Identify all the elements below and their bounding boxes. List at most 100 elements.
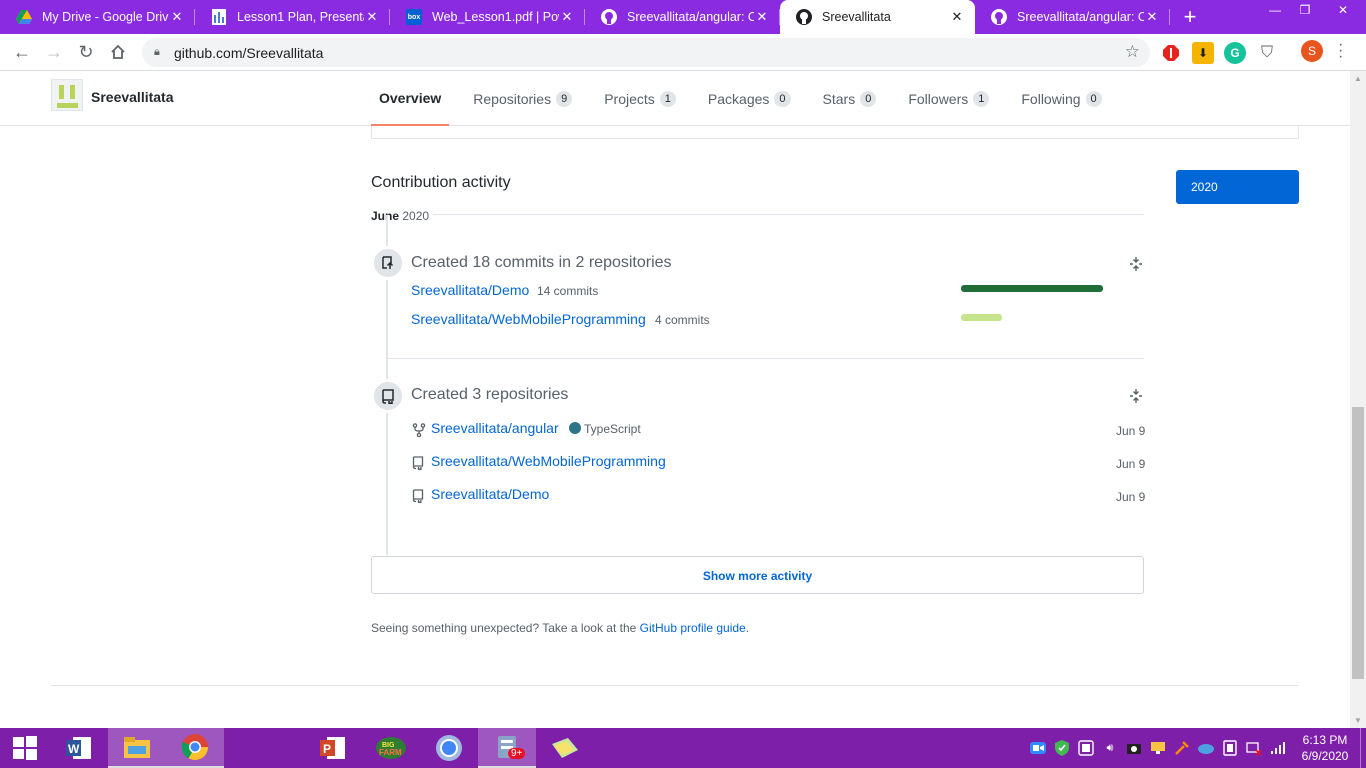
tab-overview[interactable]: Overview (371, 71, 450, 126)
repo-icon (371, 379, 405, 413)
tab-close-icon[interactable]: ✕ (949, 9, 965, 25)
repo-link[interactable]: Sreevallitata/WebMobileProgramming (411, 311, 646, 327)
address-bar[interactable]: 🔒︎ github.com/Sreevallitata ☆ (142, 38, 1150, 67)
google-drive-icon (16, 9, 32, 25)
tab-repositories[interactable]: Repositories 9 (465, 71, 580, 126)
section-title: Contribution activity (371, 174, 511, 191)
scrollbar-thumb[interactable] (1352, 407, 1364, 679)
cloud-sync-icon[interactable] (1194, 736, 1218, 760)
home-icon[interactable] (102, 36, 134, 68)
profile-username[interactable]: Sreevallitata (91, 89, 174, 105)
browser-tab[interactable]: Lesson1 Plan, Presentatic ✕ (195, 0, 390, 34)
repo-created-date: Jun 9 (1116, 457, 1146, 471)
tab-title: My Drive - Google Drive (42, 10, 169, 24)
restore-icon[interactable]: ❐ (1290, 0, 1320, 20)
tools-icon[interactable] (1170, 736, 1194, 760)
security-shield-icon[interactable] (1050, 736, 1074, 760)
fold-icon[interactable] (1128, 256, 1144, 272)
windows-start-icon[interactable] (0, 728, 50, 768)
tab-following[interactable]: Following 0 (1013, 71, 1109, 126)
divider (433, 214, 1144, 215)
window-close-icon[interactable]: ✕ (1320, 0, 1366, 20)
network-app-icon[interactable] (1074, 736, 1098, 760)
chrome-icon[interactable] (166, 728, 224, 768)
browser-menu-icon[interactable]: · · · (1338, 37, 1343, 65)
volume-icon[interactable]: 🔊︎ (1098, 736, 1122, 760)
chrome-alt-icon[interactable] (420, 728, 478, 768)
minimize-icon[interactable]: — (1260, 0, 1290, 20)
system-clock[interactable]: 6:13 PM 6/9/2020 (1290, 732, 1360, 764)
zoom-icon[interactable] (1026, 736, 1050, 760)
grammarly-extension-icon[interactable]: G (1224, 41, 1246, 64)
profile-avatar[interactable]: S (1301, 40, 1323, 62)
user-avatar[interactable] (51, 79, 83, 111)
browser-tab-active[interactable]: Sreevallitata ✕ (780, 0, 975, 34)
repo-link[interactable]: Sreevallitata/WebMobileProgramming (431, 453, 666, 469)
tab-close-icon[interactable]: ✕ (1144, 9, 1160, 25)
commit-count-link[interactable]: 4 commits (655, 313, 710, 327)
network-disconnected-icon[interactable] (1242, 736, 1266, 760)
year-filter-button[interactable]: 2020 (1176, 170, 1299, 204)
commit-progress-bar (961, 314, 1002, 321)
commit-count-link[interactable]: 14 commits (537, 284, 598, 298)
month-heading: June 2020 (371, 209, 430, 223)
big-farm-icon[interactable]: BIG FARM (362, 728, 420, 768)
fold-icon[interactable] (1128, 388, 1144, 404)
window-controls: — ❐ ✕ (1260, 0, 1366, 22)
browser-tab-strip: My Drive - Google Drive ✕ Lesson1 Plan, … (0, 0, 1366, 34)
new-tab-button[interactable]: + (1170, 0, 1210, 34)
browser-tab[interactable]: Sreevallitata/angular: On ✕ (975, 0, 1170, 34)
repo-icon (412, 489, 426, 505)
browser-tab[interactable]: box Web_Lesson1.pdf | Powe ✕ (390, 0, 585, 34)
signal-strength-icon[interactable] (1266, 736, 1290, 760)
forward-icon[interactable]: → (38, 36, 70, 68)
repo-link[interactable]: Sreevallitata/Demo (411, 282, 529, 298)
bookmark-star-icon[interactable]: ☆ (1125, 42, 1140, 62)
camera-icon[interactable] (1122, 736, 1146, 760)
monitor-icon[interactable] (1146, 736, 1170, 760)
show-more-activity-button[interactable]: Show more activity (371, 556, 1144, 594)
file-explorer-icon[interactable] (108, 728, 166, 768)
scroll-up-icon[interactable]: ▲ (1354, 74, 1362, 83)
browser-toolbar: ← → ↻ 🔒︎ github.com/Sreevallitata ☆ ⬇ G … (0, 34, 1366, 71)
event-title[interactable]: Created 18 commits in 2 repositories (411, 254, 672, 272)
reload-icon[interactable]: ↻ (70, 36, 102, 68)
tab-close-icon[interactable]: ✕ (364, 9, 380, 25)
url-text[interactable]: github.com/Sreevallitata (174, 45, 323, 61)
show-desktop-button[interactable] (1360, 728, 1366, 768)
adblock-extension-icon[interactable] (1160, 42, 1182, 64)
event-title[interactable]: Created 3 repositories (411, 386, 568, 404)
tab-projects[interactable]: Projects 1 (596, 71, 684, 126)
page-scrollbar[interactable]: ▲ ▼ (1350, 71, 1366, 728)
tab-packages[interactable]: Packages 0 (700, 71, 799, 126)
profile-nav: Overview Repositories 9 Projects 1 Package… (371, 71, 1126, 126)
sticky-notes-icon[interactable] (536, 728, 594, 768)
powerpoint-icon[interactable]: P (304, 728, 362, 768)
profile-sticky-header: Sreevallitata Overview Repositories 9 Pro… (0, 71, 1350, 126)
notification-app-icon[interactable]: 9+ (478, 728, 536, 768)
svg-text:FARM: FARM (379, 748, 402, 757)
back-icon[interactable]: ← (6, 36, 38, 68)
browser-tab[interactable]: My Drive - Google Drive ✕ (0, 0, 195, 34)
scroll-down-icon[interactable]: ▼ (1354, 716, 1362, 725)
tab-close-icon[interactable]: ✕ (169, 9, 185, 25)
tab-title: Sreevallitata/angular: On (1017, 10, 1144, 24)
github-icon (991, 9, 1007, 25)
lock-icon[interactable]: 🔒︎ (154, 46, 168, 59)
github-icon (601, 9, 617, 25)
browser-tab[interactable]: Sreevallitata/angular: On ✕ (585, 0, 780, 34)
word-icon[interactable]: W (50, 728, 108, 768)
extensions: ⬇ G ⛉ (1160, 34, 1288, 71)
commit-progress-bar (961, 285, 1103, 292)
tab-stars[interactable]: Stars 0 (815, 71, 885, 126)
device-icon[interactable] (1218, 736, 1242, 760)
tab-close-icon[interactable]: ✕ (754, 9, 770, 25)
profile-guide-link[interactable]: GitHub profile guide (640, 621, 746, 635)
shield-extension-icon[interactable]: ⛉ (1256, 42, 1278, 64)
tab-close-icon[interactable]: ✕ (559, 9, 575, 25)
repo-link[interactable]: Sreevallitata/angular (431, 420, 559, 436)
download-extension-icon[interactable]: ⬇ (1192, 41, 1214, 64)
repo-link[interactable]: Sreevallitata/Demo (431, 486, 549, 502)
tab-followers[interactable]: Followers 1 (900, 71, 997, 126)
counter-badge: 1 (973, 90, 990, 107)
